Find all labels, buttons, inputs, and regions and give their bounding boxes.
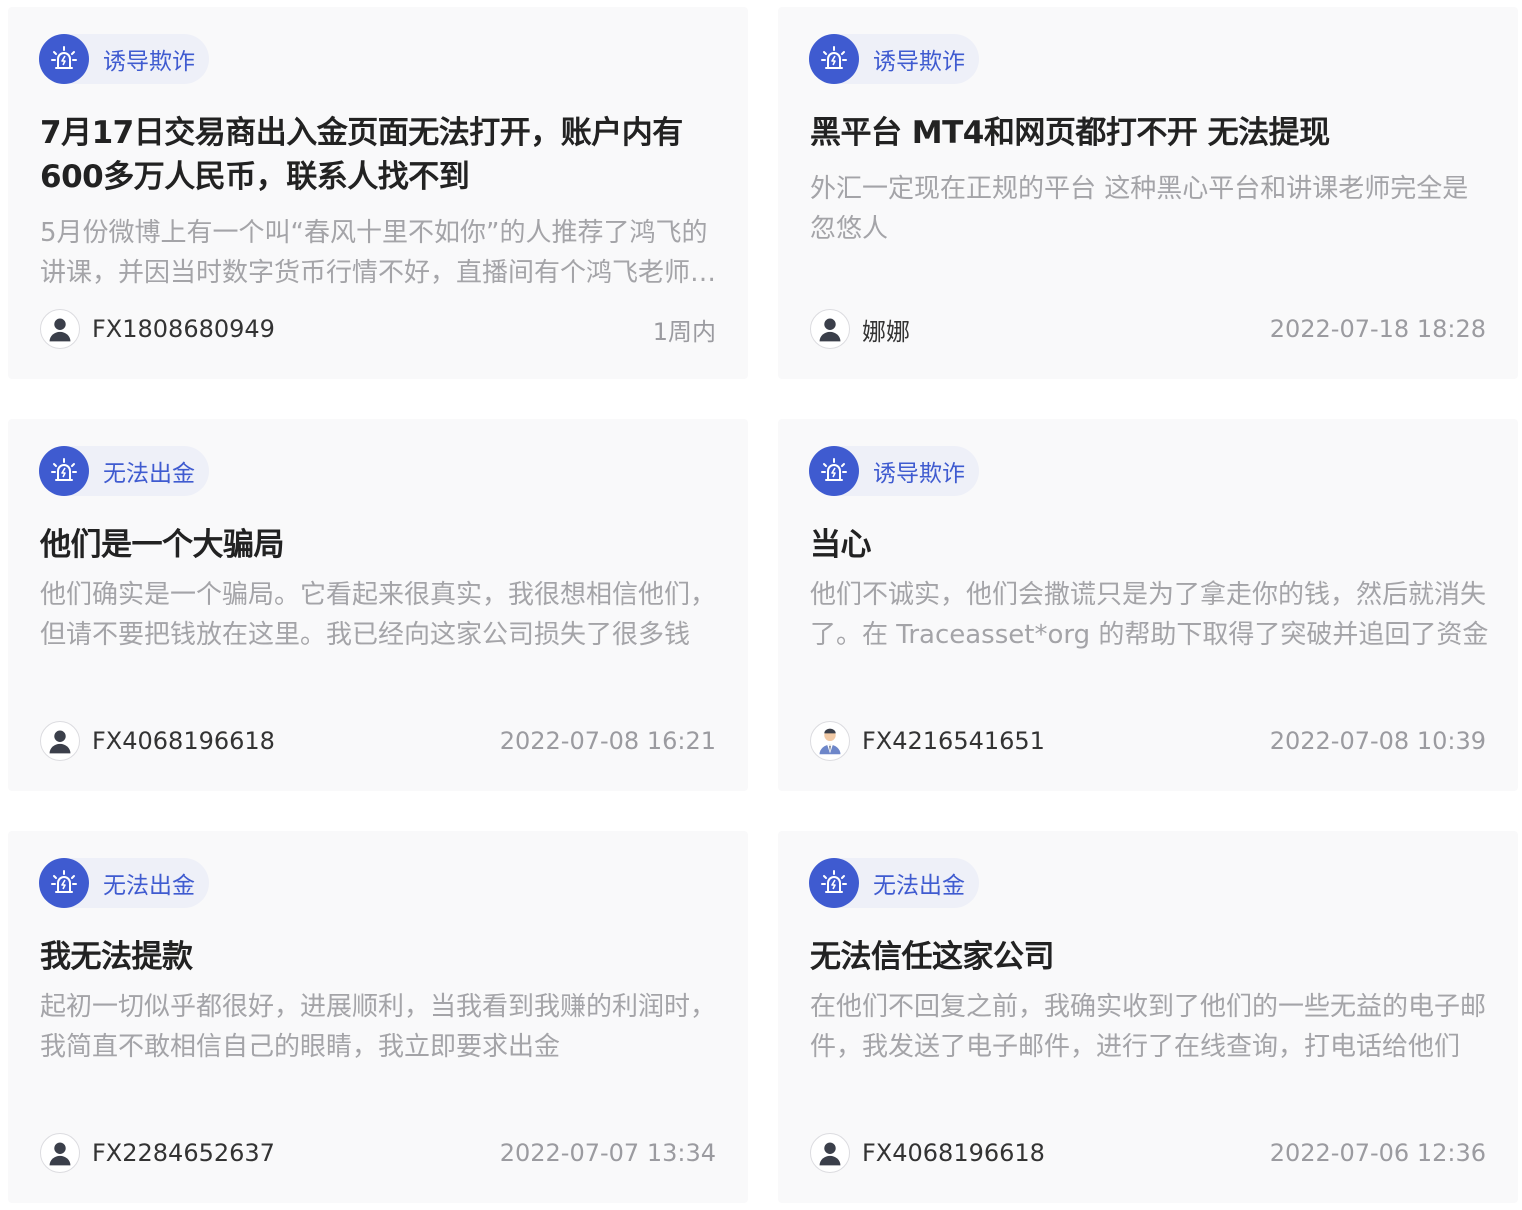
user-avatar-icon[interactable]	[40, 1133, 80, 1173]
user-avatar-icon[interactable]	[40, 309, 80, 349]
category-tag[interactable]: 无法出金	[809, 858, 979, 908]
card-footer: FX4068196618 2022-07-06 12:36	[810, 1133, 1486, 1173]
card-footer: FX4216541651 2022-07-08 10:39	[810, 721, 1486, 761]
user-avatar-icon[interactable]	[40, 721, 80, 761]
alarm-siren-icon	[39, 446, 89, 496]
card-title[interactable]: 当心	[810, 523, 1490, 567]
category-tag-label: 无法出金	[103, 461, 195, 487]
card-title[interactable]: 7月17日交易商出入金页面无法打开，账户内有600多万人民币，联系人找不到	[40, 111, 720, 199]
author-name[interactable]: 娜娜	[862, 312, 910, 347]
post-time: 2022-07-08 10:39	[1269, 727, 1486, 755]
card-description: 5月份微博上有一个叫“春风十里不如你”的人推荐了鸿飞的讲课，并因当时数字货币行情…	[40, 218, 717, 288]
author-name[interactable]: FX4216541651	[862, 727, 1045, 755]
post-time: 2022-07-08 16:21	[499, 727, 716, 755]
category-tag[interactable]: 诱导欺诈	[809, 446, 979, 496]
post-time: 2022-07-06 12:36	[1269, 1139, 1486, 1167]
card-description: 他们不诚实，他们会撒谎只是为了拿走你的钱，然后就消失了。在 Traceasset…	[810, 580, 1489, 650]
author-name[interactable]: FX4068196618	[862, 1139, 1045, 1167]
category-tag-label: 诱导欺诈	[103, 49, 195, 75]
card-description: 起初一切似乎都很好，进展顺利，当我看到我赚的利润时，我简直不敢相信自己的眼睛，我…	[40, 992, 717, 1062]
card-title[interactable]: 黑平台 MT4和网页都打不开 无法提现	[810, 111, 1490, 155]
category-tag-label: 无法出金	[103, 873, 195, 899]
author-name[interactable]: FX2284652637	[92, 1139, 275, 1167]
card-description: 外汇一定现在正规的平台 这种黑心平台和讲课老师完全是忽悠人	[810, 174, 1469, 244]
complaint-card[interactable]: 诱导欺诈 当心 他们不诚实，他们会撒谎只是为了拿走你的钱，然后就消失了。在 Tr…	[778, 419, 1518, 791]
author-name[interactable]: FX4068196618	[92, 727, 275, 755]
category-tag[interactable]: 无法出金	[39, 858, 209, 908]
post-time: 1周内	[652, 317, 716, 346]
card-footer: FX4068196618 2022-07-08 16:21	[40, 721, 716, 761]
alarm-siren-icon	[809, 446, 859, 496]
user-avatar-icon[interactable]	[810, 1133, 850, 1173]
post-time: 2022-07-07 13:34	[499, 1139, 716, 1167]
card-title[interactable]: 我无法提款	[40, 935, 720, 979]
user-avatar-icon[interactable]	[810, 309, 850, 349]
alarm-siren-icon	[809, 34, 859, 84]
alarm-siren-icon	[809, 858, 859, 908]
author-name[interactable]: FX1808680949	[92, 315, 275, 343]
business-user-avatar-icon[interactable]	[810, 721, 850, 761]
complaint-card[interactable]: 无法出金 无法信任这家公司 在他们不回复之前，我确实收到了他们的一些无益的电子邮…	[778, 831, 1518, 1203]
complaint-card[interactable]: 无法出金 我无法提款 起初一切似乎都很好，进展顺利，当我看到我赚的利润时，我简直…	[8, 831, 748, 1203]
alarm-siren-icon	[39, 34, 89, 84]
card-description: 他们确实是一个骗局。它看起来很真实，我很想相信他们，但请不要把钱放在这里。我已经…	[40, 580, 717, 650]
category-tag[interactable]: 诱导欺诈	[39, 34, 209, 84]
complaint-card[interactable]: 无法出金 他们是一个大骗局 他们确实是一个骗局。它看起来很真实，我很想相信他们，…	[8, 419, 748, 791]
card-description: 在他们不回复之前，我确实收到了他们的一些无益的电子邮件，我发送了电子邮件，进行了…	[810, 992, 1487, 1062]
card-title[interactable]: 他们是一个大骗局	[40, 523, 720, 567]
category-tag-label: 诱导欺诈	[873, 49, 965, 75]
complaint-card[interactable]: 诱导欺诈 7月17日交易商出入金页面无法打开，账户内有600多万人民币，联系人找…	[8, 7, 748, 379]
card-footer: FX2284652637 2022-07-07 13:34	[40, 1133, 716, 1173]
card-footer: 娜娜 2022-07-18 18:28	[810, 309, 1486, 349]
complaint-card[interactable]: 诱导欺诈 黑平台 MT4和网页都打不开 无法提现 外汇一定现在正规的平台 这种黑…	[778, 7, 1518, 379]
card-footer: FX1808680949 1周内	[40, 309, 716, 349]
complaint-card-grid: 诱导欺诈 7月17日交易商出入金页面无法打开，账户内有600多万人民币，联系人找…	[0, 0, 1522, 1210]
card-title[interactable]: 无法信任这家公司	[810, 935, 1490, 979]
alarm-siren-icon	[39, 858, 89, 908]
category-tag-label: 无法出金	[873, 873, 965, 899]
category-tag-label: 诱导欺诈	[873, 461, 965, 487]
post-time: 2022-07-18 18:28	[1269, 315, 1486, 343]
category-tag[interactable]: 诱导欺诈	[809, 34, 979, 84]
category-tag[interactable]: 无法出金	[39, 446, 209, 496]
